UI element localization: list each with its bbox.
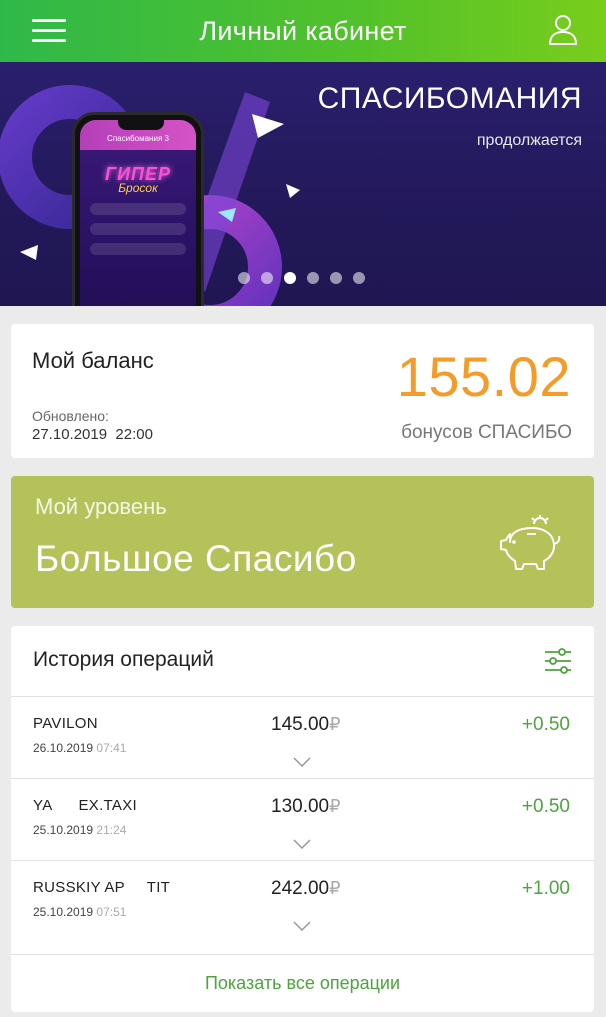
balance-card[interactable]: Мой баланс Обновлено: 27.10.2019 22:00 1…	[11, 324, 594, 458]
filter-sliders-icon[interactable]	[544, 648, 572, 674]
balance-unit: бонусов СПАСИБО	[401, 422, 572, 443]
operation-bonus: +0.50	[521, 714, 570, 735]
operation-row[interactable]: RUSSKIY AP TIT 25.10.2019 07:51 242.00₽ +1.…	[11, 860, 594, 942]
banner-title: СПАСИБОМАНИЯ	[317, 82, 582, 115]
operation-bonus: +1.00	[521, 878, 570, 899]
operation-date-value: 26.10.2019	[33, 741, 94, 755]
show-all-operations-button[interactable]: Показать все операции	[11, 954, 594, 1012]
chevron-down-icon[interactable]	[293, 839, 311, 849]
balance-label: Мой баланс	[32, 348, 154, 373]
operation-bonus: +0.50	[521, 796, 570, 817]
carousel-dot[interactable]	[353, 272, 365, 284]
carousel-dot[interactable]	[238, 272, 250, 284]
currency-sign: ₽	[329, 878, 341, 898]
chevron-down-icon[interactable]	[293, 757, 311, 767]
carousel-dot[interactable]	[261, 272, 273, 284]
carousel-dot[interactable]	[284, 272, 296, 284]
operation-date-value: 25.10.2019	[33, 905, 94, 919]
promo-banner[interactable]: Спасибомания 3 ГИПЕР Бросок СПАСИБОМАНИЯ…	[0, 62, 606, 306]
operation-time: 07:41	[96, 741, 127, 755]
operation-amount: 130.00₽	[271, 796, 341, 818]
banner-subtitle: продолжается	[476, 132, 582, 149]
operation-amount: 145.00₽	[271, 714, 341, 736]
operation-amount: 242.00₽	[271, 878, 341, 900]
balance-value: 155.02	[396, 345, 571, 408]
phone-logo-sub: Бросок	[118, 181, 158, 195]
operation-amount-value: 242.00	[271, 878, 330, 899]
operation-merchant: PAVILON	[33, 715, 98, 732]
operation-time: 07:51	[96, 905, 127, 919]
carousel-dot[interactable]	[307, 272, 319, 284]
piggy-bank-icon	[500, 515, 561, 570]
updated-label: Обновлено:	[32, 408, 109, 424]
operation-date: 25.10.2019 21:24	[33, 823, 126, 837]
operation-merchant: RUSSKIY AP TIT	[33, 879, 171, 896]
phone-mockup: Спасибомания 3 ГИПЕР Бросок	[72, 112, 204, 306]
operation-date-value: 25.10.2019	[33, 823, 94, 837]
carousel-dots	[238, 272, 365, 284]
level-card[interactable]: Мой уровень Большое Спасибо	[11, 476, 594, 608]
app-header: Личный кабинет	[0, 0, 606, 62]
level-label: Мой уровень	[35, 494, 167, 519]
chevron-down-icon[interactable]	[293, 921, 311, 931]
currency-sign: ₽	[329, 796, 341, 816]
operation-time: 21:24	[96, 823, 127, 837]
operation-amount-value: 145.00	[271, 714, 330, 735]
history-card: История операций PAVILON 26.10.2019 07:41…	[11, 626, 594, 1012]
hamburger-menu-icon[interactable]	[32, 18, 66, 44]
updated-date: 27.10.2019 22:00	[32, 426, 153, 443]
user-profile-icon[interactable]	[548, 14, 578, 46]
operation-row[interactable]: YA EX.TAXI 25.10.2019 21:24 130.00₽ +0.50	[11, 778, 594, 860]
level-value: Большое Спасибо	[35, 538, 357, 579]
page-title: Личный кабинет	[199, 15, 407, 46]
carousel-dot[interactable]	[330, 272, 342, 284]
history-title: История операций	[33, 648, 214, 671]
operation-date: 26.10.2019 07:41	[33, 741, 126, 755]
operation-date: 25.10.2019 07:51	[33, 905, 126, 919]
operation-amount-value: 130.00	[271, 796, 330, 817]
operation-row[interactable]: PAVILON 26.10.2019 07:41 145.00₽ +0.50	[11, 696, 594, 778]
currency-sign: ₽	[329, 714, 341, 734]
operation-merchant: YA EX.TAXI	[33, 797, 137, 814]
